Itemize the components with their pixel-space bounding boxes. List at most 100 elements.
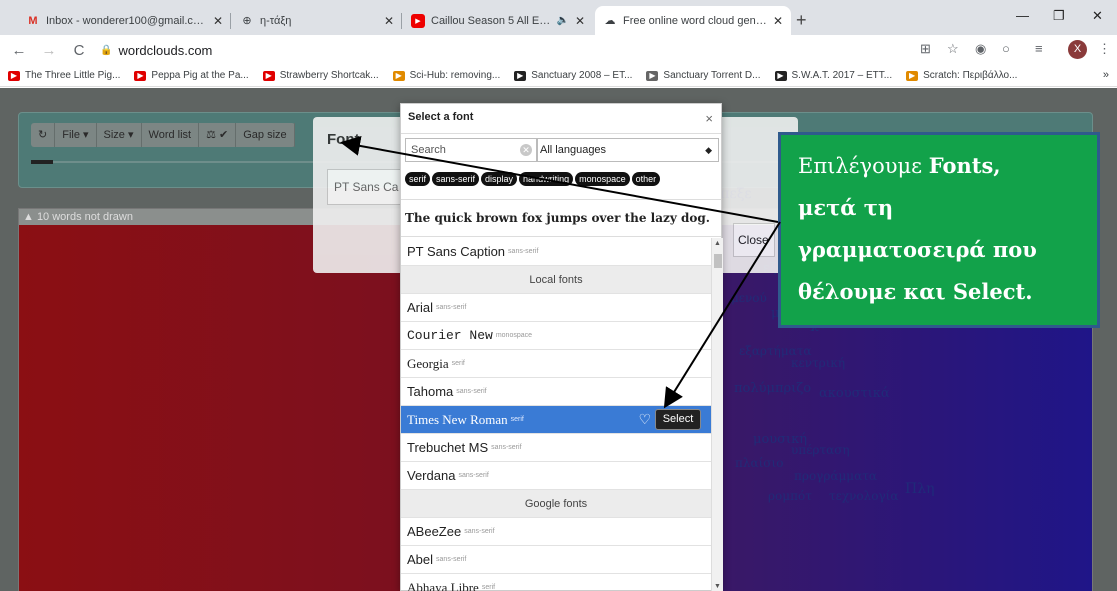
font-type: sans-serif (508, 248, 539, 255)
cloud-word: τεχνολογία (829, 489, 899, 503)
tab-caillou[interactable]: ▶ Caillou Season 5 All Episodes 🔈 ✕ (403, 6, 593, 35)
bookmark-item[interactable]: ▶ S.W.A.T. 2017 – ETT... (774, 70, 893, 81)
size-menu[interactable]: Size ▾ (97, 123, 142, 147)
font-list-item[interactable]: Trebuchet MS sans-serif (401, 434, 711, 462)
star-icon[interactable]: ☆ (947, 41, 959, 57)
bookmark-favicon-icon: ▶ (392, 70, 405, 81)
adblock-icon[interactable]: ◉ (975, 41, 986, 57)
forward-icon[interactable]: → (38, 42, 60, 59)
close-icon[interactable]: × (705, 111, 713, 126)
close-button[interactable]: Close (733, 223, 775, 257)
close-icon[interactable]: ✕ (384, 14, 394, 28)
translate-icon[interactable]: ⊞ (920, 41, 931, 57)
balance-button[interactable]: ⚖ ✔ (199, 123, 237, 147)
bookmark-favicon-icon: ▶ (514, 70, 527, 81)
category-tag[interactable]: other (631, 172, 661, 186)
category-tag[interactable]: sans-serif (432, 172, 480, 186)
more-bookmarks-icon[interactable]: » (1103, 69, 1109, 81)
cloud-word: Πλη (905, 481, 935, 497)
slider-handle[interactable] (31, 160, 53, 164)
scroll-down-icon[interactable]: ▼ (714, 583, 721, 590)
font-type: sans-serif (491, 444, 522, 451)
category-tag[interactable]: monospace (575, 172, 630, 186)
font-list-item[interactable]: Courier New monospace (401, 322, 711, 350)
back-icon[interactable]: ← (8, 42, 30, 59)
bookmark-label: S.W.A.T. 2017 – ETT... (791, 70, 893, 81)
font-name: Arial (407, 300, 434, 315)
address-bar[interactable]: 🔒 wordclouds.com (100, 43, 212, 58)
category-tag[interactable]: display (481, 172, 518, 186)
font-type: serif (510, 416, 524, 423)
font-list-item[interactable]: Times New Roman serif ♡ Select (401, 406, 711, 434)
font-name: Courier New (407, 328, 493, 343)
modal-header: Select a font × (401, 104, 721, 134)
tab-title: Free online word cloud generator (623, 14, 767, 27)
font-list-item[interactable]: Tahoma sans-serif (401, 378, 711, 406)
language-value: All languages (540, 144, 607, 156)
favorite-heart-icon[interactable]: ♡ (638, 411, 651, 428)
tab-wordclouds[interactable]: ☁ Free online word cloud generator ✕ (595, 6, 791, 35)
tab-eclass[interactable]: ⊕ η-τάξη ✕ (232, 6, 402, 35)
tab-inbox[interactable]: M Inbox - wonderer100@gmail.com ✕ (18, 6, 231, 35)
bookmark-item[interactable]: ▶ Peppa Pig at the Pa... (134, 70, 249, 81)
font-list-item[interactable]: Arial sans-serif (401, 294, 711, 322)
font-dialog-title: Font (327, 131, 360, 148)
audio-icon[interactable]: 🔈 (556, 15, 568, 26)
cloud-icon: ☁ (604, 15, 616, 27)
font-name: Abhaya Libre (407, 579, 479, 591)
extension-icon[interactable]: ○ (1002, 41, 1010, 56)
scrollbar-thumb[interactable] (714, 254, 722, 268)
scroll-up-icon[interactable]: ▲ (714, 240, 721, 247)
minimize-icon[interactable]: — (1016, 8, 1029, 23)
file-menu[interactable]: File ▾ (55, 123, 97, 147)
cloud-word: ακουστικά (819, 386, 890, 401)
menu-icon[interactable]: ⋮ (1098, 41, 1111, 57)
font-list-item[interactable]: ABeeZee sans-serif (401, 518, 711, 546)
bookmark-label: Sanctuary 2008 – ET... (531, 70, 633, 81)
gap-size-button[interactable]: Gap size (236, 123, 295, 147)
bookmark-item[interactable]: ▶ Scratch: Περιβάλλο... (906, 70, 1017, 81)
font-type: serif (481, 584, 496, 591)
window-close-icon[interactable]: ✕ (1092, 8, 1103, 24)
language-select[interactable]: All languages ◆ (537, 138, 719, 162)
close-icon[interactable]: ✕ (773, 14, 783, 28)
scrollbar[interactable]: ▲ ▼ (711, 238, 723, 591)
bookmark-label: Sci-Hub: removing... (409, 70, 501, 81)
new-tab-icon[interactable]: + (796, 10, 807, 31)
font-name: PT Sans Caption (407, 244, 506, 259)
bookmark-item[interactable]: ▶ Sanctuary Torrent D... (646, 70, 761, 81)
font-list-item[interactable]: Georgia serif (401, 350, 711, 378)
browser-toolbar: ← → C 🔒 wordclouds.com ⊞ ☆ ◉ ○ ≡ X ⋮ (0, 35, 1117, 65)
bookmark-favicon-icon: ▶ (134, 70, 147, 81)
font-list-item[interactable]: Abhaya Libre serif (401, 574, 711, 591)
clear-icon[interactable]: ✕ (520, 144, 532, 156)
refresh-icon[interactable]: ↻ (31, 123, 56, 147)
font-name: Abel (407, 552, 434, 567)
font-list-item[interactable]: Abel sans-serif (401, 546, 711, 574)
reload-icon[interactable]: C (68, 42, 90, 59)
cloud-word: ρομπότ (768, 489, 812, 503)
bookmark-label: Sanctuary Torrent D... (663, 70, 761, 81)
category-tag[interactable]: handwriting (519, 172, 574, 186)
maximize-icon[interactable]: ❐ (1053, 8, 1065, 24)
avatar[interactable]: X (1068, 40, 1087, 59)
bookmark-item[interactable]: ▶ The Three Little Pig... (8, 70, 120, 81)
bookmark-item[interactable]: ▶ Sci-Hub: removing... (392, 70, 501, 81)
font-type: serif (451, 360, 465, 367)
font-list-item[interactable]: Verdana sans-serif (401, 462, 711, 490)
select-caret-icon: ◆ (705, 145, 712, 155)
font-name: Trebuchet MS (407, 440, 489, 455)
bookmark-item[interactable]: ▶ Strawberry Shortcak... (262, 70, 379, 81)
bookmark-item[interactable]: ▶ Sanctuary 2008 – ET... (514, 70, 632, 81)
media-icon[interactable]: ≡ (1035, 41, 1043, 56)
cloud-word: πολύμπριζο (734, 381, 812, 396)
bookmark-label: The Three Little Pig... (25, 70, 121, 81)
close-icon[interactable]: ✕ (213, 14, 223, 28)
select-button[interactable]: Select (655, 409, 701, 430)
close-icon[interactable]: ✕ (575, 14, 585, 28)
search-input[interactable]: Search ✕ (405, 138, 537, 162)
font-list-item[interactable]: PT Sans Caption sans-serif (401, 238, 711, 266)
word-list-button[interactable]: Word list (142, 123, 200, 147)
bookmark-favicon-icon: ▶ (8, 70, 20, 81)
category-tag[interactable]: serif (405, 172, 431, 186)
